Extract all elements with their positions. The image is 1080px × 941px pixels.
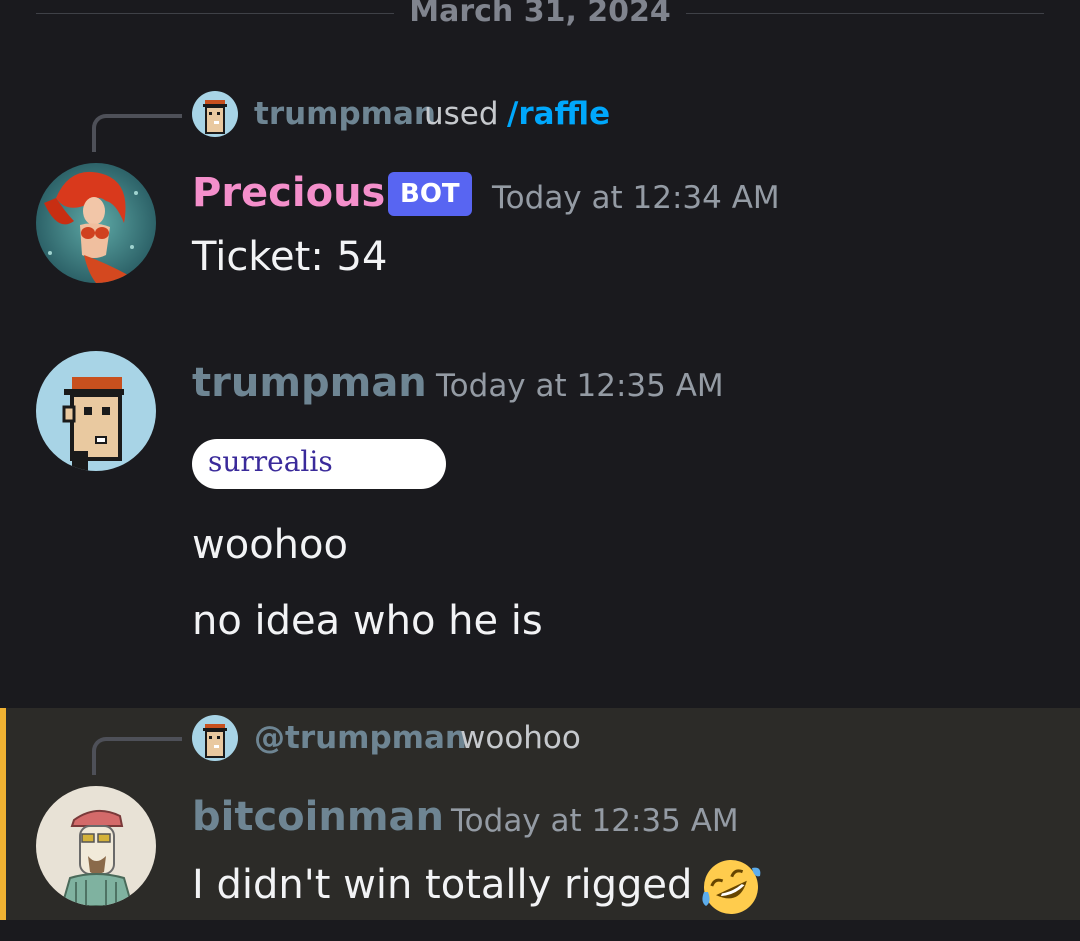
message-text: Ticket: 54	[192, 234, 388, 280]
sketch-avatar-icon[interactable]	[36, 786, 156, 906]
message-timestamp[interactable]: Today at 12:35 AM	[451, 803, 739, 839]
rolling-on-floor-laughing-emoji-icon[interactable]	[700, 856, 762, 918]
reply-spine	[92, 737, 182, 775]
reply-preview-text[interactable]: woohoo	[460, 720, 581, 756]
mention-highlight-bar	[0, 708, 6, 920]
mermaid-avatar-icon[interactable]	[36, 163, 156, 283]
divider-line	[686, 13, 1044, 14]
reply-spine	[92, 114, 182, 152]
message-author[interactable]: Precious	[192, 170, 385, 216]
reply-username[interactable]: trumpman	[254, 96, 436, 132]
trumpman-mini-avatar-icon[interactable]	[192, 91, 238, 137]
message-line: no idea who he is	[192, 598, 543, 644]
author-name[interactable]: trumpman	[192, 360, 427, 406]
message-text-content: I didn't win totally rigged	[192, 862, 693, 908]
reply-used-label: used	[424, 96, 499, 132]
message-timestamp[interactable]: Today at 12:35 AM	[436, 368, 724, 404]
trumpman-mini-avatar-icon[interactable]	[192, 715, 238, 761]
chat-view: March 31, 2024 trumpman used /raffle Pre…	[0, 0, 1080, 941]
nickname-pill-text: surrealis	[208, 445, 333, 478]
nickname-pill: surrealis	[192, 439, 446, 489]
message-text: I didn't win totally rigged	[192, 856, 762, 918]
bot-tag-badge: BOT	[388, 172, 472, 216]
author-name[interactable]: Precious	[192, 170, 385, 216]
reply-username[interactable]: @trumpman	[254, 720, 467, 756]
pixel-punk-avatar-icon[interactable]	[36, 351, 156, 471]
message-timestamp[interactable]: Today at 12:34 AM	[492, 180, 780, 216]
message-line: woohoo	[192, 522, 348, 568]
author-name[interactable]: bitcoinman	[192, 794, 444, 840]
date-divider: March 31, 2024	[36, 0, 1044, 30]
date-label: March 31, 2024	[409, 0, 671, 29]
slash-command-link[interactable]: /raffle	[507, 96, 610, 132]
